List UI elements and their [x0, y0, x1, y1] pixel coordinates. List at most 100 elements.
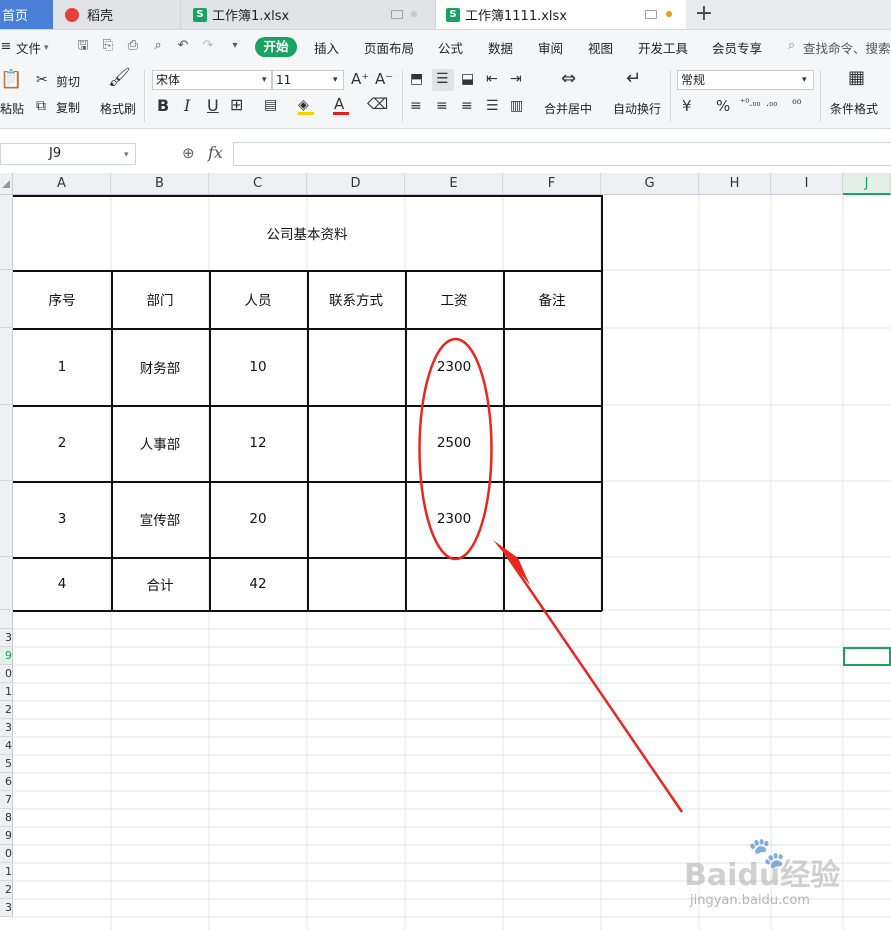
column-header-i[interactable]: I — [771, 173, 843, 195]
align-middle-icon[interactable]: ☰ — [436, 71, 449, 87]
table-header-cell[interactable]: 序号 — [13, 270, 111, 328]
row-header[interactable]: 3 — [0, 719, 13, 737]
row-header[interactable]: 4 — [0, 737, 13, 755]
row-header[interactable] — [0, 328, 13, 405]
table-header-cell[interactable]: 部门 — [111, 270, 209, 328]
table-cell[interactable]: 合计 — [111, 557, 209, 610]
table-cell[interactable] — [503, 328, 601, 405]
tab-daoke[interactable]: 稻壳 — [53, 0, 181, 29]
table-header-cell[interactable]: 人员 — [209, 270, 307, 328]
currency-button[interactable]: ¥ — [682, 98, 692, 114]
new-tab-plus-icon[interactable]: + — [692, 2, 716, 26]
row-header[interactable]: 0 — [0, 845, 13, 863]
monitor-icon[interactable] — [645, 10, 657, 19]
fill-color-icon[interactable]: ◈ — [298, 97, 309, 113]
tab-workbook-1[interactable]: S 工作簿1.xlsx — [181, 0, 436, 29]
align-bottom-icon[interactable]: ⬓ — [461, 71, 474, 87]
grow-font-icon[interactable]: A⁺ — [351, 71, 369, 87]
decrease-indent-icon[interactable]: ⇤ — [486, 71, 498, 87]
table-cell[interactable] — [307, 328, 405, 405]
monitor-icon[interactable] — [391, 10, 403, 19]
table-cell[interactable]: 3 — [13, 481, 111, 557]
row-header[interactable] — [0, 195, 13, 270]
underline-button[interactable]: U — [207, 98, 219, 114]
font-name-select[interactable]: 宋体 — [152, 70, 272, 90]
fill-pattern-icon[interactable]: ▤ — [264, 97, 277, 113]
table-cell[interactable] — [405, 557, 503, 610]
align-center-icon[interactable]: ≡ — [436, 98, 448, 114]
paste-icon[interactable]: 📋 — [0, 71, 22, 89]
increase-indent-icon[interactable]: ⇥ — [510, 71, 522, 87]
row-header[interactable]: 6 — [0, 773, 13, 791]
save-icon[interactable]: 🖫 — [76, 39, 90, 53]
justify-icon[interactable]: ☰ — [486, 98, 499, 114]
table-header-cell[interactable]: 联系方式 — [307, 270, 405, 328]
menu-review[interactable]: 审阅 — [538, 38, 563, 57]
row-header[interactable]: 7 — [0, 791, 13, 809]
column-header-j[interactable]: J — [843, 173, 891, 195]
table-cell[interactable] — [307, 557, 405, 610]
table-cell[interactable] — [307, 481, 405, 557]
menu-insert[interactable]: 插入 — [314, 38, 339, 57]
name-box-chevron-icon[interactable]: ▾ — [124, 147, 129, 163]
menu-view[interactable]: 视图 — [588, 38, 613, 57]
cut-button[interactable]: 剪切 — [56, 73, 80, 90]
table-header-cell[interactable]: 备注 — [503, 270, 601, 328]
table-cell[interactable]: 宣传部 — [111, 481, 209, 557]
menu-page-layout[interactable]: 页面布局 — [364, 38, 414, 57]
table-cell[interactable]: 4 — [13, 557, 111, 610]
italic-button[interactable]: I — [184, 98, 190, 114]
selected-cell-j9[interactable] — [843, 647, 891, 666]
formula-input[interactable] — [233, 142, 891, 166]
decrease-decimal-button[interactable]: .₀₀ — [766, 96, 777, 112]
fx-icon[interactable]: fx — [208, 143, 223, 162]
table-cell[interactable]: 2 — [13, 405, 111, 481]
export-icon[interactable]: ⎘ — [101, 39, 115, 53]
row-header[interactable]: 1 — [0, 683, 13, 701]
row-header[interactable] — [0, 405, 13, 481]
font-color-icon[interactable]: A — [334, 96, 344, 112]
conditional-format-button[interactable]: 条件格式 — [830, 100, 878, 117]
percent-button[interactable]: % — [716, 98, 730, 114]
table-cell[interactable]: 42 — [209, 557, 307, 610]
table-cell[interactable]: 12 — [209, 405, 307, 481]
increase-decimal-button[interactable]: ⁺⁰.₀₀ — [740, 96, 760, 112]
clear-format-eraser-icon[interactable]: ⌫ — [367, 96, 388, 112]
table-cell[interactable]: 2300 — [405, 328, 503, 405]
table-cell[interactable] — [503, 481, 601, 557]
row-header[interactable] — [0, 270, 13, 328]
column-header-a[interactable]: A — [13, 173, 111, 195]
row-header[interactable]: 5 — [0, 755, 13, 773]
row-header[interactable]: 9 — [0, 827, 13, 845]
column-header-c[interactable]: C — [209, 173, 307, 195]
distribute-icon[interactable]: ▥ — [510, 98, 523, 114]
table-cell[interactable]: 2500 — [405, 405, 503, 481]
row-header[interactable] — [0, 610, 13, 629]
table-cell[interactable]: 10 — [209, 328, 307, 405]
format-painter-button[interactable]: 格式刷 — [100, 100, 136, 117]
table-cell[interactable]: 20 — [209, 481, 307, 557]
zoom-icon[interactable]: ⊕ — [182, 145, 195, 161]
tab-home[interactable]: 首页 — [0, 0, 53, 29]
paste-label[interactable]: 粘贴 — [0, 100, 24, 117]
print-preview-icon[interactable]: ⌕ — [151, 39, 165, 53]
borders-icon[interactable]: ⊞ — [230, 97, 243, 113]
merge-center-button[interactable]: 合并居中 — [544, 100, 592, 117]
row-header[interactable]: 2 — [0, 881, 13, 899]
menu-formula[interactable]: 公式 — [438, 38, 463, 57]
align-left-icon[interactable]: ≡ — [410, 98, 422, 114]
tab-workbook-1111[interactable]: S 工作簿1111.xlsx — [436, 0, 686, 29]
search-command[interactable]: 查找命令、搜索 — [803, 38, 891, 57]
align-right-icon[interactable]: ≡ — [461, 98, 473, 114]
row-header[interactable]: 2 — [0, 701, 13, 719]
number-format-select[interactable]: 常规 — [677, 70, 814, 90]
shrink-font-icon[interactable]: A⁻ — [375, 71, 393, 87]
table-cell[interactable]: 2300 — [405, 481, 503, 557]
column-header-b[interactable]: B — [111, 173, 209, 195]
name-box[interactable]: J9 — [0, 143, 136, 165]
column-header-e[interactable]: E — [405, 173, 503, 195]
table-header-cell[interactable]: 工资 — [405, 270, 503, 328]
menu-member[interactable]: 会员专享 — [712, 38, 762, 57]
column-header-f[interactable]: F — [503, 173, 601, 195]
undo-icon[interactable]: ↶ — [176, 39, 190, 53]
